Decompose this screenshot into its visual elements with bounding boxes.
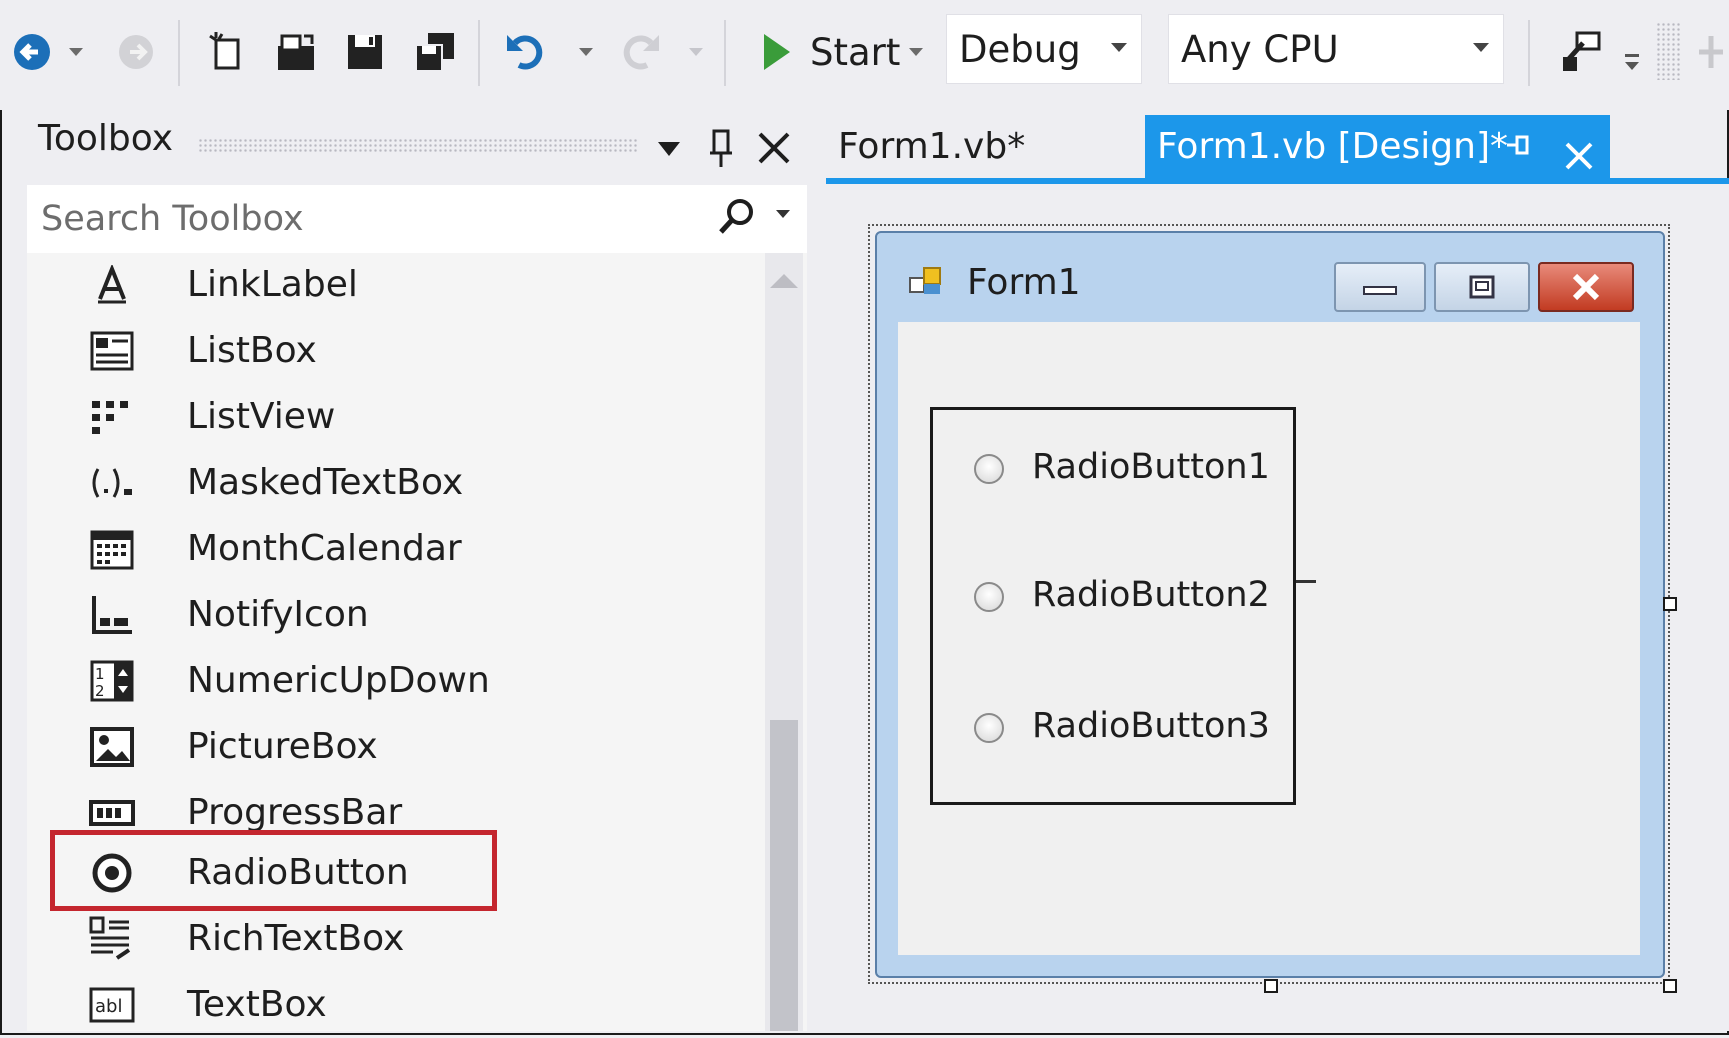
start-label: Start bbox=[810, 30, 901, 74]
configuration-dropdown[interactable]: Debug bbox=[946, 14, 1142, 84]
main-toolbar: Start Debug Any CPU bbox=[0, 0, 1729, 110]
listview-icon bbox=[87, 392, 137, 442]
back-dropdown-icon[interactable] bbox=[66, 18, 86, 86]
toolbox-item-label: MaskedTextBox bbox=[187, 462, 464, 503]
toolbar-separator bbox=[724, 20, 726, 86]
radio-circle bbox=[974, 582, 1004, 612]
toolbox-item-linklabel[interactable]: LinkLabel bbox=[27, 252, 757, 318]
richtextbox-icon bbox=[87, 914, 137, 964]
form-title: Form1 bbox=[967, 262, 1081, 303]
redo-dropdown-icon[interactable] bbox=[686, 18, 706, 86]
save-all-icon[interactable] bbox=[410, 18, 460, 86]
attach-icon[interactable] bbox=[1556, 18, 1608, 86]
toolbox-item-label: PictureBox bbox=[187, 726, 378, 767]
open-file-icon[interactable] bbox=[272, 18, 322, 86]
redo-icon[interactable] bbox=[616, 18, 664, 86]
toolbox-item-label: NotifyIcon bbox=[187, 594, 369, 635]
scrollbar-thumb[interactable] bbox=[770, 720, 798, 1031]
toolbar-grip bbox=[1656, 22, 1680, 80]
close-form-button[interactable] bbox=[1538, 262, 1634, 312]
toolbox-item-label: RichTextBox bbox=[187, 918, 405, 959]
forward-icon[interactable] bbox=[114, 18, 158, 86]
toolbox-item-listbox[interactable]: ListBox bbox=[27, 318, 757, 384]
toolbox-grip bbox=[198, 138, 638, 152]
back-icon[interactable] bbox=[10, 18, 54, 86]
resize-handle-bottom[interactable] bbox=[1264, 979, 1278, 993]
undo-dropdown-icon[interactable] bbox=[576, 18, 596, 86]
search-placeholder: Search Toolbox bbox=[41, 199, 304, 239]
toolbox-item-maskedtextbox[interactable]: MaskedTextBox bbox=[27, 450, 757, 516]
undo-icon[interactable] bbox=[502, 18, 550, 86]
toolbar-separator bbox=[1528, 20, 1530, 86]
textbox-icon: abl bbox=[87, 980, 137, 1030]
toolbox-item-label: TextBox bbox=[187, 984, 327, 1025]
radio-circle bbox=[974, 454, 1004, 484]
svg-text:1: 1 bbox=[95, 665, 105, 683]
toolbox-title: Toolbox bbox=[38, 118, 173, 159]
tab-label: Form1.vb* bbox=[838, 126, 1026, 167]
svg-text:abl: abl bbox=[95, 996, 122, 1017]
toolbox-item-numericupdown[interactable]: 12 NumericUpDown bbox=[27, 648, 757, 714]
start-icon[interactable] bbox=[756, 18, 796, 86]
toolbar-separator bbox=[478, 20, 480, 86]
svg-text:2: 2 bbox=[95, 682, 105, 700]
panel-tick bbox=[1296, 580, 1316, 583]
toolbox-item-textbox[interactable]: abl TextBox bbox=[27, 972, 757, 1038]
add-toolbar-icon[interactable] bbox=[1696, 18, 1726, 86]
toolbar-separator bbox=[178, 20, 180, 86]
toolbox-item-label: MonthCalendar bbox=[187, 528, 462, 569]
scroll-up-icon[interactable] bbox=[768, 272, 800, 294]
toolbox-item-label: ListBox bbox=[187, 330, 317, 371]
start-dropdown-icon[interactable] bbox=[906, 18, 926, 86]
monthcalendar-icon bbox=[87, 524, 137, 574]
toolbox-item-listview[interactable]: ListView bbox=[27, 384, 757, 450]
toolbox-item-notifyicon[interactable]: NotifyIcon bbox=[27, 582, 757, 648]
numericupdown-icon: 12 bbox=[87, 656, 137, 706]
chevron-down-icon bbox=[1473, 43, 1489, 52]
resize-handle-corner[interactable] bbox=[1663, 979, 1677, 993]
radio-label: RadioButton1 bbox=[1032, 447, 1270, 487]
toolbox-item-label: ListView bbox=[187, 396, 336, 437]
platform-value: Any CPU bbox=[1181, 28, 1339, 71]
notifyicon-icon bbox=[87, 590, 137, 640]
maximize-button[interactable] bbox=[1434, 262, 1530, 312]
toolbox-item-label: LinkLabel bbox=[187, 264, 358, 305]
form-icon bbox=[908, 262, 948, 306]
tab-form1-vb[interactable]: Form1.vb* bbox=[838, 115, 1025, 179]
save-icon[interactable] bbox=[342, 18, 388, 86]
window-position-dropdown-icon[interactable] bbox=[656, 140, 682, 162]
search-icon[interactable] bbox=[716, 196, 758, 240]
resize-handle-right[interactable] bbox=[1663, 597, 1677, 611]
platform-dropdown[interactable]: Any CPU bbox=[1168, 14, 1504, 84]
radio-label: RadioButton2 bbox=[1032, 575, 1270, 615]
linklabel-icon bbox=[87, 260, 137, 310]
toolbox-item-monthcalendar[interactable]: MonthCalendar bbox=[27, 516, 757, 582]
toolbox-item-richtextbox[interactable]: RichTextBox bbox=[27, 906, 757, 972]
close-toolbox-icon[interactable] bbox=[756, 130, 792, 170]
picturebox-icon bbox=[87, 722, 137, 772]
tab-label: Form1.vb [Design]* bbox=[1157, 126, 1509, 167]
toolbox-item-picturebox[interactable]: PictureBox bbox=[27, 714, 757, 780]
configuration-value: Debug bbox=[959, 28, 1081, 71]
listbox-icon bbox=[87, 326, 137, 376]
minimize-button[interactable] bbox=[1334, 262, 1426, 312]
search-options-dropdown-icon[interactable] bbox=[776, 210, 790, 218]
toolbar-overflow-icon[interactable] bbox=[1620, 44, 1644, 84]
toolbox-item-label: NumericUpDown bbox=[187, 660, 490, 701]
new-project-icon[interactable] bbox=[204, 18, 250, 86]
radiobutton-highlight bbox=[50, 830, 497, 911]
radio-label: RadioButton3 bbox=[1032, 706, 1270, 746]
tab-form1-design[interactable]: Form1.vb [Design]* bbox=[1145, 115, 1610, 179]
start-button[interactable]: Start bbox=[810, 18, 900, 86]
chevron-down-icon bbox=[1111, 43, 1127, 52]
pin-icon[interactable] bbox=[708, 128, 734, 174]
search-toolbox-input[interactable]: Search Toolbox bbox=[27, 185, 807, 253]
radio-circle bbox=[974, 713, 1004, 743]
maskedtextbox-icon bbox=[87, 458, 137, 508]
